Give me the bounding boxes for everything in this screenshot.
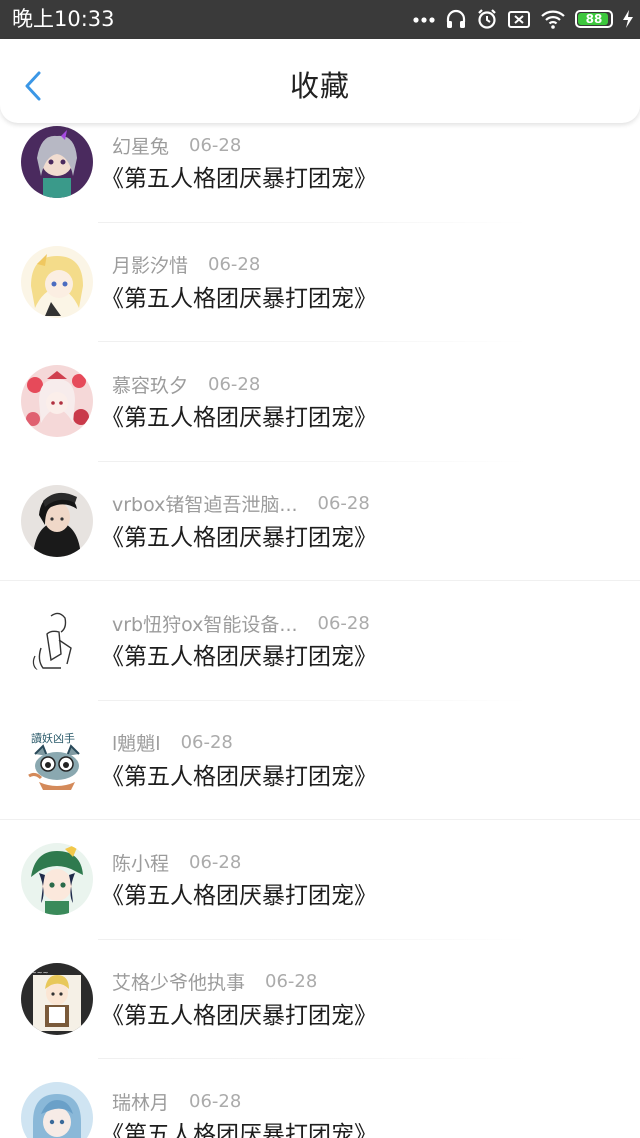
story-title[interactable]: 《第五人格团厌暴打团宠》: [101, 1119, 377, 1138]
story-title[interactable]: 《第五人格团厌暴打团宠》: [101, 761, 377, 793]
wifi-icon: [541, 10, 565, 29]
post-date: 06-28: [189, 851, 242, 873]
item-meta: vrb忸狩ox智能设备... 06-28: [112, 610, 370, 636]
story-title[interactable]: 《第五人格团厌暴打团宠》: [101, 1000, 377, 1032]
user-avatar[interactable]: [21, 245, 93, 318]
item-meta: 幻星兔 06-28: [112, 132, 241, 158]
svg-text:~~~~: ~~~~: [25, 969, 49, 977]
status-bar: 晚上10:33 88: [0, 0, 640, 39]
item-meta: 慕容玖夕 06-28: [112, 371, 260, 397]
favorite-item[interactable]: 瑞林月 06-28 《第五人格团厌暴打团宠》: [0, 1059, 640, 1138]
user-avatar[interactable]: [21, 843, 93, 915]
avatar-image: ~~~~: [21, 962, 93, 1035]
avatar-image: [21, 1082, 93, 1138]
alarm-icon: [478, 9, 496, 29]
author-name[interactable]: 月影汐惜: [112, 251, 188, 278]
status-icons: 88: [412, 5, 634, 33]
post-date: 06-28: [317, 612, 370, 634]
favorite-item[interactable]: 慕容玖夕 06-28 《第五人格团厌暴打团宠》: [0, 342, 640, 462]
post-date: 06-28: [189, 1090, 242, 1112]
user-avatar[interactable]: [21, 1082, 93, 1138]
favorites-list[interactable]: 幻星兔 06-28 《第五人格团厌暴打团宠》 月影汐惜 06-28 《第五人格团厌暴打团宠…: [0, 123, 640, 1138]
post-date: 06-28: [208, 254, 261, 275]
author-name[interactable]: vrbox锗智逌吾泄脑...: [112, 490, 298, 517]
battery-icon: 88: [575, 10, 613, 28]
story-title[interactable]: 《第五人格团厌暴打团宠》: [101, 283, 377, 315]
favorite-item[interactable]: vrb忸狩ox智能设备... 06-28 《第五人格团厌暴打团宠》: [0, 581, 640, 701]
user-avatar[interactable]: [21, 126, 93, 198]
item-meta: 月影汐惜 06-28: [112, 252, 260, 278]
avatar-image: [21, 126, 93, 198]
app-header: 收藏: [0, 39, 640, 123]
story-title[interactable]: 《第五人格团厌暴打团宠》: [101, 880, 377, 912]
story-title[interactable]: 《第五人格团厌暴打团宠》: [101, 522, 377, 554]
item-meta: l魈魈l 06-28: [112, 730, 233, 756]
headset-icon: [446, 9, 466, 28]
user-avatar[interactable]: [21, 484, 93, 557]
favorites-list-inner: 幻星兔 06-28 《第五人格团厌暴打团宠》 月影汐惜 06-28 《第五人格团厌暴打团宠…: [0, 123, 640, 1138]
story-title[interactable]: 《第五人格团厌暴打团宠》: [101, 641, 377, 673]
author-name[interactable]: 陈小程: [112, 849, 169, 876]
charging-icon: [623, 10, 633, 28]
avatar-image: [21, 843, 93, 915]
more-dots-icon: [413, 17, 435, 23]
user-avatar[interactable]: [21, 604, 93, 676]
user-avatar[interactable]: 讀妖凶手: [21, 723, 93, 796]
item-meta: 瑞林月 06-28: [112, 1088, 241, 1114]
item-meta: 陈小程 06-28: [112, 849, 241, 875]
item-meta: vrbox锗智逌吾泄脑... 06-28: [112, 491, 370, 517]
no-sim-icon: [508, 11, 530, 28]
author-name[interactable]: 艾格少爷他执事: [112, 968, 245, 995]
avatar-image: [21, 484, 93, 557]
author-name[interactable]: 瑞林月: [112, 1088, 169, 1115]
user-avatar[interactable]: ~~~~: [21, 962, 93, 1035]
author-name[interactable]: vrb忸狩ox智能设备...: [112, 610, 298, 637]
page-title: 收藏: [289, 69, 350, 103]
avatar-image: 讀妖凶手: [21, 723, 93, 796]
avatar-image: [21, 245, 93, 318]
favorite-item[interactable]: 讀妖凶手 l魈魈l 06-28 《第五人格团厌暴打团宠》: [0, 701, 640, 820]
post-date: 06-28: [180, 732, 233, 753]
battery-level: 88: [585, 12, 603, 26]
item-meta: 艾格少爷他执事 06-28: [112, 969, 317, 995]
story-title[interactable]: 《第五人格团厌暴打团宠》: [101, 402, 377, 434]
favorite-item[interactable]: 幻星兔 06-28 《第五人格团厌暴打团宠》: [0, 123, 640, 223]
author-name[interactable]: l魈魈l: [112, 729, 161, 756]
author-name[interactable]: 慕容玖夕: [112, 371, 188, 398]
user-avatar[interactable]: [21, 365, 93, 437]
favorite-item[interactable]: 陈小程 06-28 《第五人格团厌暴打团宠》: [0, 820, 640, 940]
status-time: 晚上10:33: [12, 7, 115, 31]
avatar-image: [21, 365, 93, 437]
svg-text:讀妖凶手: 讀妖凶手: [31, 731, 75, 745]
favorite-item[interactable]: vrbox锗智逌吾泄脑... 06-28 《第五人格团厌暴打团宠》: [0, 462, 640, 581]
post-date: 06-28: [317, 493, 370, 514]
post-date: 06-28: [208, 373, 261, 395]
post-date: 06-28: [265, 971, 318, 992]
story-title[interactable]: 《第五人格团厌暴打团宠》: [101, 163, 377, 195]
post-date: 06-28: [189, 134, 242, 156]
favorite-item[interactable]: 月影汐惜 06-28 《第五人格团厌暴打团宠》: [0, 223, 640, 342]
avatar-image: [21, 604, 93, 676]
author-name[interactable]: 幻星兔: [112, 132, 169, 159]
favorite-item[interactable]: ~~~~ 艾格少爷他执事 06-28 《第五人格团厌暴打团宠》: [0, 940, 640, 1059]
